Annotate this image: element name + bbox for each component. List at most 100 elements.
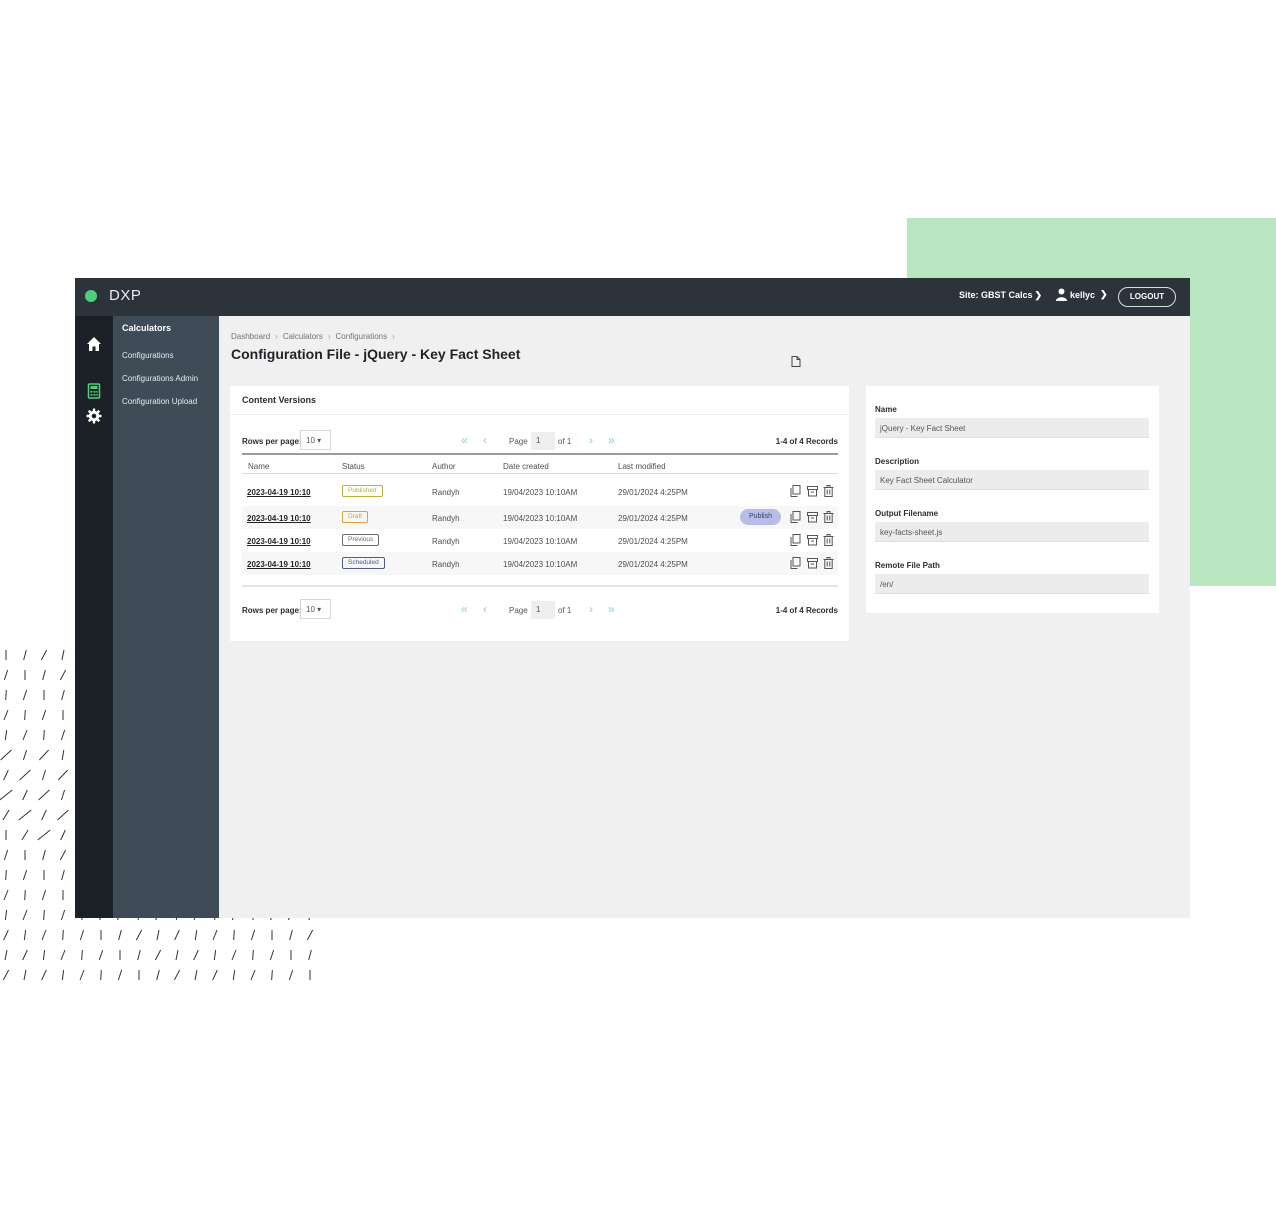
- status-badge: Scheduled: [342, 557, 385, 569]
- version-name-link[interactable]: 2023-04-19 10:10: [247, 488, 311, 497]
- page-number-input[interactable]: 1: [531, 601, 555, 619]
- copy-icon[interactable]: [790, 534, 801, 546]
- table-row: 2023-04-19 10:10 Scheduled Randyh 19/04/202…: [242, 552, 838, 575]
- archive-icon[interactable]: [807, 511, 818, 523]
- table-header: Name Status Author Date created Last mod…: [242, 453, 838, 474]
- next-page-icon[interactable]: ›: [589, 602, 593, 616]
- status-badge: Published: [342, 485, 383, 497]
- records-count: 1-4 of 4 Records: [775, 606, 838, 615]
- subnav-item-configurations-admin[interactable]: Configurations Admin: [122, 374, 198, 383]
- column-header-date-created[interactable]: Date created: [503, 462, 549, 471]
- rows-per-page-value: 10: [306, 605, 315, 614]
- last-modified-cell: 29/01/2024 4:25PM: [618, 514, 688, 523]
- rows-per-page-value: 10: [306, 436, 315, 445]
- trash-icon[interactable]: [823, 485, 834, 497]
- last-page-icon[interactable]: »: [608, 602, 615, 616]
- copy-icon[interactable]: [790, 485, 801, 497]
- rows-per-page-select[interactable]: 10 ▾: [300, 599, 331, 619]
- name-label: Name: [875, 405, 897, 414]
- remote-file-path-label: Remote File Path: [875, 561, 940, 570]
- breadcrumb-item-calculators[interactable]: Calculators: [283, 332, 323, 341]
- first-page-icon[interactable]: «: [461, 602, 468, 616]
- first-page-icon[interactable]: «: [461, 433, 468, 447]
- rows-per-page-select[interactable]: 10 ▾: [300, 430, 331, 450]
- copy-icon[interactable]: [790, 511, 801, 523]
- next-page-icon[interactable]: ›: [589, 433, 593, 447]
- breadcrumb: Dashboard › Calculators › Configurations ›: [231, 332, 395, 341]
- records-count: 1-4 of 4 Records: [775, 437, 838, 446]
- archive-icon[interactable]: [807, 485, 818, 497]
- logo-dot-icon: [85, 290, 97, 302]
- copy-icon[interactable]: [790, 557, 801, 569]
- column-header-last-modified[interactable]: Last modified: [618, 462, 666, 471]
- breadcrumb-separator-icon: ›: [275, 332, 278, 341]
- home-icon[interactable]: [86, 336, 102, 352]
- last-modified-cell: 29/01/2024 4:25PM: [618, 560, 688, 569]
- author-cell: Randyh: [432, 514, 460, 523]
- description-label: Description: [875, 457, 920, 466]
- date-created-cell: 19/04/2023 10:10AM: [503, 514, 578, 523]
- table-row: 2023-04-19 10:10 Published Randyh 19/04/202…: [242, 480, 838, 503]
- chevron-down-icon: ❯: [1100, 289, 1108, 299]
- page-label: Page: [509, 606, 528, 615]
- trash-icon[interactable]: [823, 557, 834, 569]
- column-header-name[interactable]: Name: [248, 462, 269, 471]
- calculators-subnav: Calculators Configurations Configuration…: [113, 316, 219, 918]
- pagination-top: Rows per page: 10 ▾ « ‹ Page 1 of 1 › » …: [242, 430, 838, 452]
- version-name-link[interactable]: 2023-04-19 10:10: [247, 560, 311, 569]
- last-page-icon[interactable]: »: [608, 433, 615, 447]
- status-badge: Previous: [342, 534, 380, 546]
- name-field[interactable]: jQuery - Key Fact Sheet: [875, 418, 1149, 438]
- trash-icon[interactable]: [823, 534, 834, 546]
- version-name-link[interactable]: 2023-04-19 10:10: [247, 537, 311, 546]
- top-bar: DXP Site: GBST Calcs ❯ kellyc ❯ LOGOUT: [75, 278, 1190, 316]
- caret-down-icon: ▾: [317, 436, 322, 445]
- breadcrumb-item-configurations[interactable]: Configurations: [336, 332, 388, 341]
- table-row: 2023-04-19 10:10 Previous Randyh 19/04/2023…: [242, 529, 838, 552]
- version-name-link[interactable]: 2023-04-19 10:10: [247, 514, 311, 523]
- table-row: 2023-04-19 10:10 Draft Randyh 19/04/2023 10…: [242, 506, 838, 529]
- card-divider: [230, 414, 849, 415]
- archive-icon[interactable]: [807, 534, 818, 546]
- description-field[interactable]: Key Fact Sheet Calculator: [875, 470, 1149, 490]
- site-selector[interactable]: Site: GBST Calcs ❯: [959, 290, 1042, 301]
- breadcrumb-separator-icon: ›: [327, 332, 331, 341]
- column-header-author[interactable]: Author: [432, 462, 456, 471]
- column-header-status[interactable]: Status: [342, 462, 365, 471]
- user-menu[interactable]: kellyc ❯: [1056, 288, 1108, 301]
- trash-icon[interactable]: [823, 511, 834, 523]
- logout-button[interactable]: LOGOUT: [1118, 287, 1176, 307]
- caret-down-icon: ▾: [317, 605, 322, 614]
- document-icon[interactable]: [791, 356, 801, 367]
- archive-icon[interactable]: [807, 557, 818, 569]
- subnav-item-configuration-upload[interactable]: Configuration Upload: [122, 397, 197, 406]
- remote-file-path-field[interactable]: /en/: [875, 574, 1149, 594]
- status-badge: Draft: [342, 511, 369, 523]
- rows-per-page-label: Rows per page:: [242, 606, 302, 615]
- calculator-icon[interactable]: [86, 383, 102, 399]
- author-cell: Randyh: [432, 488, 460, 497]
- last-modified-cell: 29/01/2024 4:25PM: [618, 488, 688, 497]
- author-cell: Randyh: [432, 537, 460, 546]
- configuration-details-card: Name jQuery - Key Fact Sheet Description…: [866, 386, 1159, 613]
- rows-per-page-label: Rows per page:: [242, 437, 302, 446]
- publish-button[interactable]: Publish: [740, 509, 781, 525]
- app-window: DXP Site: GBST Calcs ❯ kellyc ❯ LOGOUT C…: [75, 278, 1190, 918]
- date-created-cell: 19/04/2023 10:10AM: [503, 488, 578, 497]
- pagination-bottom: Rows per page: 10 ▾ « ‹ Page 1 of 1 › » …: [242, 599, 838, 621]
- page-number-input[interactable]: 1: [531, 432, 555, 450]
- site-selector-label: Site: GBST Calcs: [959, 290, 1033, 300]
- content-versions-card: Content Versions Rows per page: 10 ▾ « ‹…: [230, 386, 849, 641]
- subnav-item-configurations[interactable]: Configurations: [122, 351, 174, 360]
- breadcrumb-item-dashboard[interactable]: Dashboard: [231, 332, 270, 341]
- author-cell: Randyh: [432, 560, 460, 569]
- gear-icon[interactable]: [86, 408, 102, 424]
- app-logo: DXP: [109, 287, 142, 304]
- prev-page-icon[interactable]: ‹: [483, 433, 487, 447]
- breadcrumb-separator-icon: ›: [392, 332, 395, 341]
- subnav-title: Calculators: [122, 323, 172, 333]
- page-title: Configuration File - jQuery - Key Fact S…: [231, 346, 521, 362]
- prev-page-icon[interactable]: ‹: [483, 602, 487, 616]
- output-filename-field[interactable]: key-facts-sheet.js: [875, 522, 1149, 542]
- output-filename-label: Output Filename: [875, 509, 939, 518]
